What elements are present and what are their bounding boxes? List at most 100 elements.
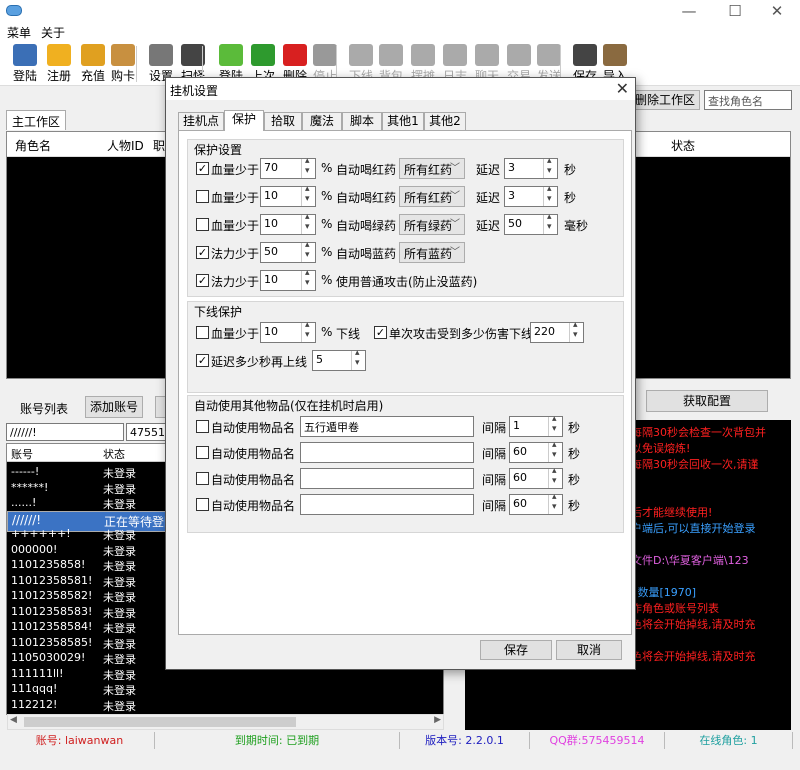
maximize-icon[interactable]: ☐ (712, 0, 758, 22)
menu-item-about[interactable]: 关于 (41, 24, 65, 41)
tab-main-workarea[interactable]: 主工作区 (6, 110, 66, 130)
protect-group-title: 保护设置 (192, 141, 245, 158)
dialog-tab-0[interactable]: 挂机点 (178, 112, 224, 130)
account-name: 11012358585! (11, 635, 93, 649)
protect-checkbox[interactable]: ✓ (196, 162, 209, 175)
horizontal-scrollbar[interactable]: ◀ ▶ (7, 714, 444, 730)
delay-spinner[interactable]: 3 (504, 156, 558, 179)
scrollbar-thumb[interactable] (24, 717, 296, 727)
menu-item-menu[interactable]: 菜单 (7, 24, 31, 41)
single-damage-checkbox[interactable]: ✓ (374, 326, 387, 339)
dialog-close-icon[interactable]: ✕ (616, 78, 629, 100)
account-name: //////! (12, 512, 42, 527)
col-role-id[interactable]: 人物ID (107, 137, 144, 154)
auto-item-name-input[interactable] (300, 442, 474, 463)
single-damage-spinner[interactable]: 220 (530, 320, 584, 343)
protect-threshold-spinner[interactable]: 10 (260, 268, 316, 291)
offline-hp-checkbox[interactable] (196, 326, 209, 339)
toolbar-button-1[interactable]: 注册 (42, 44, 76, 84)
dialog-tab-3[interactable]: 魔法 (302, 112, 342, 130)
scroll-left-icon[interactable]: ◀ (10, 715, 17, 725)
dialog-tab-6[interactable]: 其他2 (424, 112, 466, 130)
dialog-tab-2[interactable]: 拾取 (264, 112, 302, 130)
interval-label: 间隔 (482, 447, 507, 461)
save-button[interactable]: 保存 (480, 640, 552, 660)
toolbar-button-2[interactable]: 充值 (76, 44, 110, 84)
green-dots-icon (219, 44, 243, 66)
interval-spinner[interactable]: 60 (509, 440, 563, 463)
auto-item-checkbox[interactable] (196, 498, 209, 511)
interval-label: 间隔 (482, 421, 507, 435)
potion-select[interactable]: 所有红药 ﹀ (399, 158, 465, 179)
interval-spinner[interactable]: 60 (509, 466, 563, 489)
log-line: 文件D:\华夏客户端\123 (631, 554, 749, 567)
account-row[interactable]: 112212! 未登录 (7, 697, 443, 713)
auto-item-name-input[interactable] (300, 468, 474, 489)
delay-spinner[interactable]: 50 (504, 212, 558, 235)
minimize-icon[interactable]: — (666, 0, 712, 22)
protect-threshold-spinner[interactable]: 70 (260, 156, 316, 179)
auto-items-group-title: 自动使用其他物品(仅在挂机时启用) (192, 397, 386, 414)
auto-item-name-input[interactable] (300, 494, 474, 515)
log-line: 作角色或账号列表 (631, 602, 719, 615)
toolbar-button-3[interactable]: 购卡 (106, 44, 140, 84)
card-icon (111, 44, 135, 66)
auto-item-checkbox[interactable] (196, 472, 209, 485)
relogin-delay-checkbox[interactable]: ✓ (196, 354, 209, 367)
col-role-name[interactable]: 角色名 (15, 137, 51, 154)
protect-checkbox[interactable] (196, 190, 209, 203)
add-account-button[interactable]: 添加账号 (85, 396, 143, 418)
toolbar-button-0[interactable]: 登陆 (8, 44, 42, 84)
cancel-button[interactable]: 取消 (556, 640, 622, 660)
percent-sign: % (321, 273, 333, 287)
delay-unit: 秒 (564, 191, 577, 205)
auto-item-checkbox[interactable] (196, 446, 209, 459)
status-bar: 账号: laiwanwan 到期时间: 已到期 版本号: 2.2.0.1 QQ群:57… (5, 730, 793, 750)
protect-threshold-spinner[interactable]: 10 (260, 184, 316, 207)
search-role-input[interactable]: 查找角色名 (704, 90, 792, 110)
account-row[interactable]: 111qqq! 未登录 (7, 681, 443, 697)
col-status[interactable]: 状态 (671, 137, 695, 154)
relogin-delay-label: 延迟多少秒再上线 (211, 355, 308, 369)
protect-threshold-spinner[interactable]: 10 (260, 212, 316, 235)
auto-item-name-input[interactable]: 五行遁甲卷 (300, 416, 474, 437)
percent-sign: % (321, 161, 333, 175)
potion-select[interactable]: 所有蓝药 ﹀ (399, 242, 465, 263)
col-job[interactable]: 职 (153, 137, 165, 154)
get-config-button[interactable]: 获取配置 (646, 390, 768, 412)
chevron-down-icon: ﹀ (450, 191, 460, 202)
gear-icon (149, 44, 173, 66)
protect-group: 保护设置 ✓血量少于70%自动喝红药所有红药﹀延迟3秒血量少于10%自动喝红药所… (187, 139, 624, 297)
dialog-tab-1[interactable]: 保护 (224, 110, 264, 131)
protect-threshold-value: 10 (264, 189, 278, 202)
potion-select[interactable]: 所有红药 ﹀ (399, 186, 465, 207)
delete-workarea-button[interactable]: 删除工作区 (630, 90, 700, 110)
close-icon[interactable]: ✕ (754, 0, 800, 22)
protect-checkbox[interactable]: ✓ (196, 274, 209, 287)
protect-row: ✓法力少于 10%使用普通攻击(防止没蓝药) (196, 268, 616, 292)
delay-spinner[interactable]: 3 (504, 184, 558, 207)
interval-spinner[interactable]: 60 (509, 492, 563, 515)
account-name: 11012358584! (11, 620, 93, 633)
interval-label: 间隔 (482, 499, 507, 513)
potion-select[interactable]: 所有绿药 ﹀ (399, 214, 465, 235)
dialog-titlebar: 挂机设置 ✕ (166, 78, 635, 100)
dialog-tab-4[interactable]: 脚本 (342, 112, 382, 130)
account-id-input[interactable]: 4755167 (126, 423, 168, 441)
single-damage-value: 220 (534, 325, 555, 338)
account-filter-input[interactable]: //////! (6, 423, 124, 441)
dialog-tab-5[interactable]: 其他1 (382, 112, 424, 130)
col-account-status[interactable]: 状态 (103, 446, 125, 462)
protect-threshold-spinner[interactable]: 50 (260, 240, 316, 263)
percent-sign: % (321, 189, 333, 203)
protect-checkbox[interactable] (196, 218, 209, 231)
relogin-delay-spinner[interactable]: 5 (312, 348, 366, 371)
offline-hp-spinner[interactable]: 10 (260, 320, 316, 343)
interval-spinner[interactable]: 1 (509, 414, 563, 437)
account-name: 111qqq! (11, 682, 58, 695)
umbrella-icon (81, 44, 105, 66)
protect-checkbox[interactable]: ✓ (196, 246, 209, 259)
scroll-right-icon[interactable]: ▶ (434, 715, 441, 725)
auto-item-checkbox[interactable] (196, 420, 209, 433)
col-account[interactable]: 账号 (11, 446, 33, 462)
